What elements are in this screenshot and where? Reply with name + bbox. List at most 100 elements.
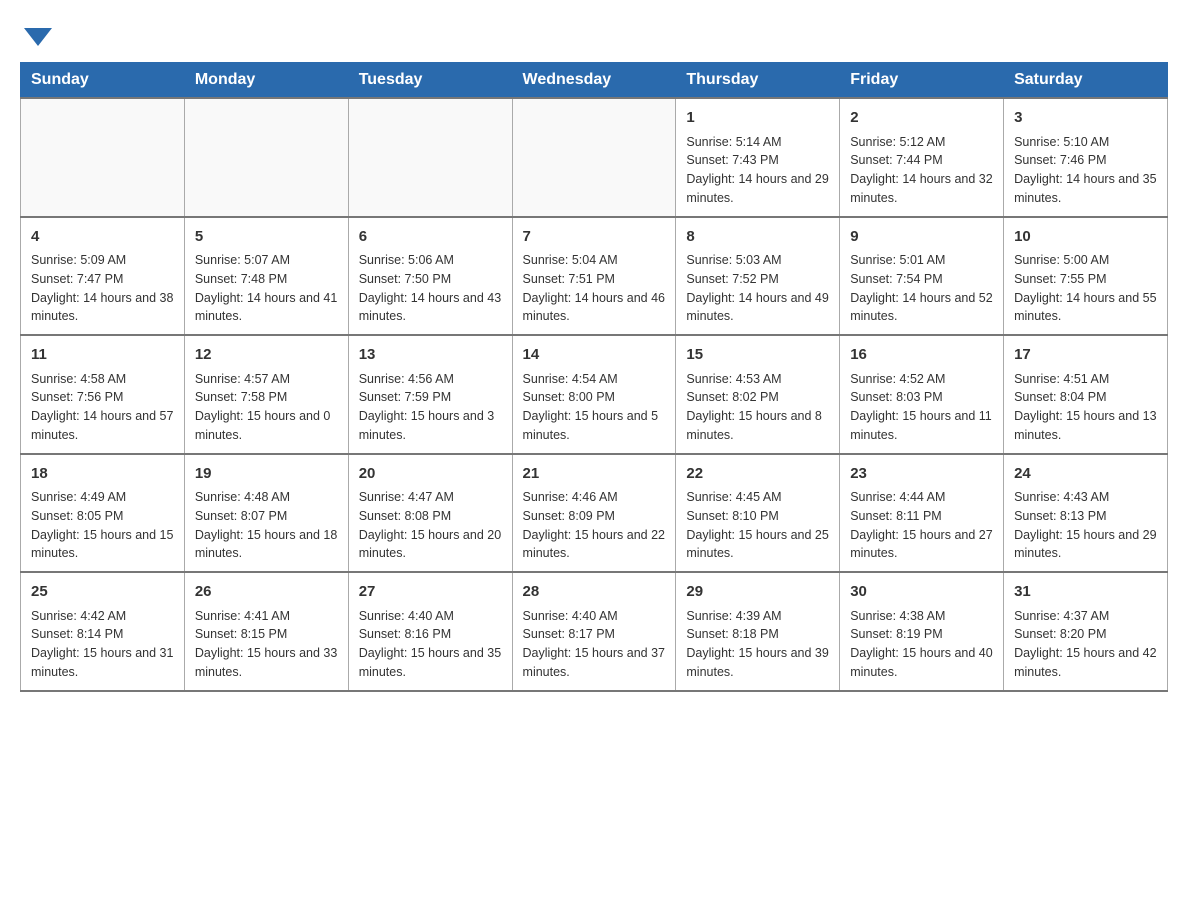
day-info: Sunrise: 4:38 AM Sunset: 8:19 PM Dayligh… <box>850 607 993 682</box>
day-number: 20 <box>359 463 502 486</box>
calendar-week-row: 1 Sunrise: 5:14 AM Sunset: 7:43 PM Daylig… <box>21 98 1168 217</box>
calendar-cell: 17 Sunrise: 4:51 AM Sunset: 8:04 PM Dayli… <box>1004 335 1168 454</box>
calendar-week-row: 18Sunrise: 4:49 AM Sunset: 8:05 PM Dayli… <box>21 454 1168 573</box>
day-info: Sunrise: 4:57 AM Sunset: 7:58 PM Dayligh… <box>195 370 338 445</box>
day-of-week-header: Saturday <box>1004 63 1168 99</box>
day-info: Sunrise: 4:53 AM Sunset: 8:02 PM Dayligh… <box>686 370 829 445</box>
day-info: Sunrise: 4:44 AM Sunset: 8:11 PM Dayligh… <box>850 488 993 563</box>
day-of-week-header: Wednesday <box>512 63 676 99</box>
day-info: Sunrise: 4:56 AM Sunset: 7:59 PM Dayligh… <box>359 370 502 445</box>
calendar-cell: 13Sunrise: 4:56 AM Sunset: 7:59 PM Dayli… <box>348 335 512 454</box>
calendar-cell: 29 Sunrise: 4:39 AM Sunset: 8:18 PM Dayli… <box>676 572 840 691</box>
calendar-cell: 3 Sunrise: 5:10 AM Sunset: 7:46 PM Daylig… <box>1004 98 1168 217</box>
day-info: Sunrise: 5:01 AM Sunset: 7:54 PM Dayligh… <box>850 251 993 326</box>
day-info: Sunrise: 4:47 AM Sunset: 8:08 PM Dayligh… <box>359 488 502 563</box>
calendar-cell: 30 Sunrise: 4:38 AM Sunset: 8:19 PM Dayli… <box>840 572 1004 691</box>
day-info: Sunrise: 4:54 AM Sunset: 8:00 PM Dayligh… <box>523 370 666 445</box>
calendar-cell <box>184 98 348 217</box>
day-info: Sunrise: 4:43 AM Sunset: 8:13 PM Dayligh… <box>1014 488 1157 563</box>
day-info: Sunrise: 5:10 AM Sunset: 7:46 PM Dayligh… <box>1014 133 1157 208</box>
day-info: Sunrise: 5:04 AM Sunset: 7:51 PM Dayligh… <box>523 251 666 326</box>
day-number: 5 <box>195 226 338 249</box>
calendar-week-row: 4Sunrise: 5:09 AM Sunset: 7:47 PM Daylig… <box>21 217 1168 336</box>
day-number: 17 <box>1014 344 1157 367</box>
day-number: 31 <box>1014 581 1157 604</box>
calendar-cell: 7Sunrise: 5:04 AM Sunset: 7:51 PM Daylig… <box>512 217 676 336</box>
day-number: 11 <box>31 344 174 367</box>
day-info: Sunrise: 4:40 AM Sunset: 8:16 PM Dayligh… <box>359 607 502 682</box>
day-info: Sunrise: 4:41 AM Sunset: 8:15 PM Dayligh… <box>195 607 338 682</box>
calendar-header-row: SundayMondayTuesdayWednesdayThursdayFrid… <box>21 63 1168 99</box>
calendar-cell: 22Sunrise: 4:45 AM Sunset: 8:10 PM Dayli… <box>676 454 840 573</box>
logo <box>20 20 52 42</box>
day-info: Sunrise: 5:12 AM Sunset: 7:44 PM Dayligh… <box>850 133 993 208</box>
calendar-cell: 19Sunrise: 4:48 AM Sunset: 8:07 PM Dayli… <box>184 454 348 573</box>
calendar-cell: 18Sunrise: 4:49 AM Sunset: 8:05 PM Dayli… <box>21 454 185 573</box>
calendar-cell: 4Sunrise: 5:09 AM Sunset: 7:47 PM Daylig… <box>21 217 185 336</box>
day-number: 12 <box>195 344 338 367</box>
calendar-table: SundayMondayTuesdayWednesdayThursdayFrid… <box>20 62 1168 692</box>
day-number: 18 <box>31 463 174 486</box>
calendar-cell: 12 Sunrise: 4:57 AM Sunset: 7:58 PM Dayli… <box>184 335 348 454</box>
logo-arrow-icon <box>24 28 52 46</box>
calendar-cell: 11 Sunrise: 4:58 AM Sunset: 7:56 PM Dayli… <box>21 335 185 454</box>
day-number: 30 <box>850 581 993 604</box>
calendar-cell: 8Sunrise: 5:03 AM Sunset: 7:52 PM Daylig… <box>676 217 840 336</box>
day-number: 16 <box>850 344 993 367</box>
calendar-cell: 9Sunrise: 5:01 AM Sunset: 7:54 PM Daylig… <box>840 217 1004 336</box>
calendar-cell: 23Sunrise: 4:44 AM Sunset: 8:11 PM Dayli… <box>840 454 1004 573</box>
day-number: 23 <box>850 463 993 486</box>
calendar-cell: 15Sunrise: 4:53 AM Sunset: 8:02 PM Dayli… <box>676 335 840 454</box>
calendar-cell: 26Sunrise: 4:41 AM Sunset: 8:15 PM Dayli… <box>184 572 348 691</box>
day-number: 29 <box>686 581 829 604</box>
day-info: Sunrise: 5:09 AM Sunset: 7:47 PM Dayligh… <box>31 251 174 326</box>
day-info: Sunrise: 5:06 AM Sunset: 7:50 PM Dayligh… <box>359 251 502 326</box>
day-of-week-header: Friday <box>840 63 1004 99</box>
day-of-week-header: Sunday <box>21 63 185 99</box>
calendar-cell <box>348 98 512 217</box>
day-info: Sunrise: 5:14 AM Sunset: 7:43 PM Dayligh… <box>686 133 829 208</box>
day-of-week-header: Tuesday <box>348 63 512 99</box>
day-info: Sunrise: 4:46 AM Sunset: 8:09 PM Dayligh… <box>523 488 666 563</box>
calendar-cell: 5Sunrise: 5:07 AM Sunset: 7:48 PM Daylig… <box>184 217 348 336</box>
day-number: 6 <box>359 226 502 249</box>
day-number: 25 <box>31 581 174 604</box>
day-info: Sunrise: 5:07 AM Sunset: 7:48 PM Dayligh… <box>195 251 338 326</box>
calendar-cell: 25 Sunrise: 4:42 AM Sunset: 8:14 PM Dayli… <box>21 572 185 691</box>
calendar-week-row: 25 Sunrise: 4:42 AM Sunset: 8:14 PM Dayli… <box>21 572 1168 691</box>
day-info: Sunrise: 4:48 AM Sunset: 8:07 PM Dayligh… <box>195 488 338 563</box>
day-info: Sunrise: 4:42 AM Sunset: 8:14 PM Dayligh… <box>31 607 174 682</box>
calendar-cell: 20Sunrise: 4:47 AM Sunset: 8:08 PM Dayli… <box>348 454 512 573</box>
day-info: Sunrise: 5:03 AM Sunset: 7:52 PM Dayligh… <box>686 251 829 326</box>
day-number: 8 <box>686 226 829 249</box>
day-number: 22 <box>686 463 829 486</box>
calendar-cell <box>512 98 676 217</box>
day-info: Sunrise: 4:51 AM Sunset: 8:04 PM Dayligh… <box>1014 370 1157 445</box>
day-of-week-header: Monday <box>184 63 348 99</box>
calendar-cell: 10Sunrise: 5:00 AM Sunset: 7:55 PM Dayli… <box>1004 217 1168 336</box>
calendar-cell: 6Sunrise: 5:06 AM Sunset: 7:50 PM Daylig… <box>348 217 512 336</box>
day-number: 9 <box>850 226 993 249</box>
day-number: 10 <box>1014 226 1157 249</box>
day-number: 14 <box>523 344 666 367</box>
day-info: Sunrise: 4:37 AM Sunset: 8:20 PM Dayligh… <box>1014 607 1157 682</box>
calendar-cell: 31 Sunrise: 4:37 AM Sunset: 8:20 PM Dayli… <box>1004 572 1168 691</box>
day-info: Sunrise: 4:49 AM Sunset: 8:05 PM Dayligh… <box>31 488 174 563</box>
day-info: Sunrise: 4:39 AM Sunset: 8:18 PM Dayligh… <box>686 607 829 682</box>
calendar-cell: 27 Sunrise: 4:40 AM Sunset: 8:16 PM Dayli… <box>348 572 512 691</box>
day-number: 27 <box>359 581 502 604</box>
day-info: Sunrise: 4:58 AM Sunset: 7:56 PM Dayligh… <box>31 370 174 445</box>
day-number: 21 <box>523 463 666 486</box>
calendar-week-row: 11 Sunrise: 4:58 AM Sunset: 7:56 PM Dayli… <box>21 335 1168 454</box>
day-number: 19 <box>195 463 338 486</box>
day-info: Sunrise: 5:00 AM Sunset: 7:55 PM Dayligh… <box>1014 251 1157 326</box>
day-info: Sunrise: 4:52 AM Sunset: 8:03 PM Dayligh… <box>850 370 993 445</box>
day-number: 3 <box>1014 107 1157 130</box>
day-info: Sunrise: 4:45 AM Sunset: 8:10 PM Dayligh… <box>686 488 829 563</box>
calendar-cell: 1 Sunrise: 5:14 AM Sunset: 7:43 PM Daylig… <box>676 98 840 217</box>
day-number: 1 <box>686 107 829 130</box>
calendar-cell: 16 Sunrise: 4:52 AM Sunset: 8:03 PM Dayli… <box>840 335 1004 454</box>
calendar-cell: 14 Sunrise: 4:54 AM Sunset: 8:00 PM Dayli… <box>512 335 676 454</box>
calendar-cell: 28Sunrise: 4:40 AM Sunset: 8:17 PM Dayli… <box>512 572 676 691</box>
day-number: 24 <box>1014 463 1157 486</box>
